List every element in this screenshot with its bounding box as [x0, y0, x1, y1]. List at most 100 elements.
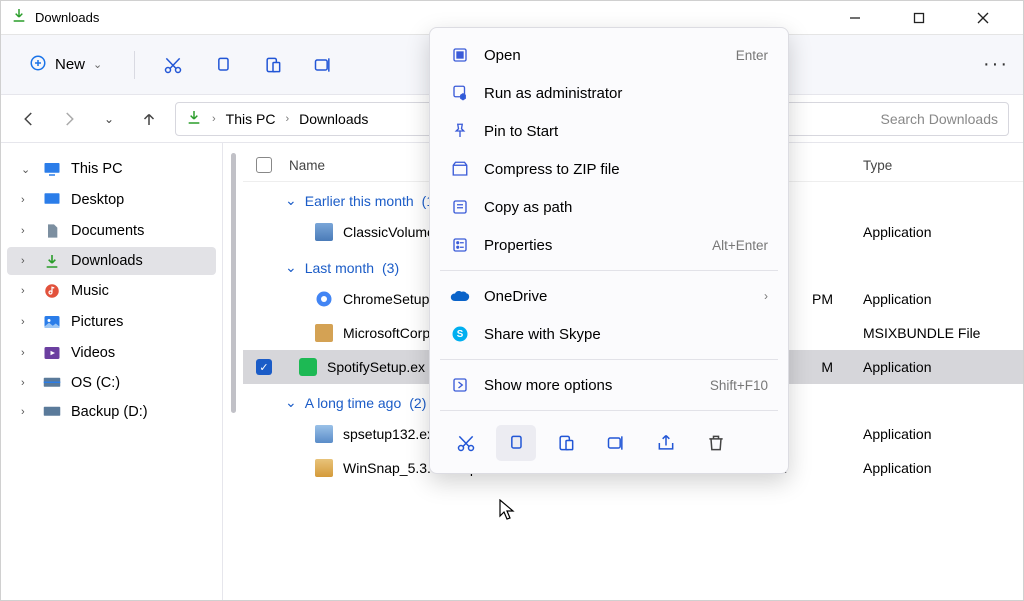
new-label: New — [55, 56, 85, 73]
sidebar-label: Music — [71, 283, 109, 299]
ctx-copy-button[interactable] — [496, 425, 536, 461]
documents-icon — [43, 222, 61, 240]
sidebar-item-os[interactable]: › OS (C:) — [7, 369, 216, 397]
new-button[interactable]: New ⌄ — [15, 48, 116, 82]
svg-text:S: S — [457, 329, 464, 340]
copy-button[interactable] — [203, 48, 243, 82]
ctx-properties[interactable]: Properties Alt+Enter — [436, 226, 782, 264]
col-type[interactable]: Type — [863, 158, 1023, 173]
pc-icon — [43, 160, 61, 178]
chevron-down-icon: ⌄ — [285, 192, 297, 209]
breadcrumb-root[interactable]: This PC — [226, 111, 276, 127]
sidebar-item-videos[interactable]: › Videos — [7, 338, 216, 368]
chevron-right-icon: › — [21, 406, 33, 418]
context-menu: Open Enter Run as administrator Pin to S… — [429, 27, 789, 474]
chevron-down-icon: ⌄ — [285, 394, 297, 411]
sidebar-item-thispc[interactable]: ⌄ This PC — [7, 154, 216, 184]
ctx-pin-to-start[interactable]: Pin to Start — [436, 112, 782, 150]
ctx-skype[interactable]: S Share with Skype — [436, 315, 782, 353]
chevron-right-icon: › — [21, 194, 33, 206]
sidebar-label: Videos — [71, 345, 115, 361]
sidebar: ⌄ This PC › Desktop › Documents › Downlo… — [1, 143, 223, 600]
chevron-down-icon: ⌄ — [285, 259, 297, 276]
minimize-button[interactable] — [833, 3, 877, 33]
sidebar-item-backup[interactable]: › Backup (D:) — [7, 398, 216, 426]
ctx-rename-button[interactable] — [596, 425, 636, 461]
ctx-copy-path[interactable]: Copy as path — [436, 188, 782, 226]
select-all-checkbox[interactable] — [256, 157, 272, 173]
checkbox-checked-icon[interactable]: ✓ — [256, 359, 272, 375]
sidebar-item-desktop[interactable]: › Desktop — [7, 185, 216, 215]
sidebar-label: OS (C:) — [71, 375, 120, 391]
drive-icon — [43, 376, 61, 390]
recent-button[interactable]: ⌄ — [95, 105, 123, 133]
cut-button[interactable] — [153, 48, 193, 82]
download-icon — [186, 109, 202, 128]
chevron-right-icon: › — [764, 289, 768, 303]
forward-button[interactable] — [55, 105, 83, 133]
shield-icon — [450, 83, 470, 103]
chevron-icon: › — [285, 113, 289, 125]
exe-icon — [315, 223, 333, 241]
ctx-open[interactable]: Open Enter — [436, 36, 782, 74]
ctx-cut-button[interactable] — [446, 425, 486, 461]
sidebar-label: Backup (D:) — [71, 404, 148, 420]
close-button[interactable] — [961, 3, 1005, 33]
path-icon — [450, 197, 470, 217]
up-button[interactable] — [135, 105, 163, 133]
ctx-toolbar — [436, 417, 782, 465]
chevron-right-icon: › — [21, 347, 33, 359]
videos-icon — [43, 344, 61, 362]
sidebar-item-music[interactable]: › Music — [7, 276, 216, 306]
chevron-right-icon: › — [21, 285, 33, 297]
search-input[interactable]: Search Downloads — [779, 102, 1009, 136]
chrome-icon — [315, 290, 333, 308]
exe-icon — [315, 425, 333, 443]
chevron-right-icon: › — [21, 255, 33, 267]
sidebar-item-documents[interactable]: › Documents — [7, 216, 216, 246]
pin-icon — [450, 121, 470, 141]
scrollbar[interactable] — [223, 143, 243, 600]
skype-icon: S — [450, 324, 470, 344]
plus-icon — [29, 54, 47, 76]
ctx-delete-button[interactable] — [696, 425, 736, 461]
ctx-compress[interactable]: Compress to ZIP file — [436, 150, 782, 188]
sidebar-item-downloads[interactable]: › Downloads — [7, 247, 216, 275]
sidebar-label: Pictures — [71, 314, 123, 330]
desktop-icon — [43, 191, 61, 209]
window-controls — [833, 3, 1013, 33]
sidebar-label: Desktop — [71, 192, 124, 208]
ctx-share-button[interactable] — [646, 425, 686, 461]
more-icon — [450, 375, 470, 395]
sidebar-label: Documents — [71, 223, 144, 239]
download-icon — [43, 253, 61, 269]
back-button[interactable] — [15, 105, 43, 133]
rename-button[interactable] — [303, 48, 343, 82]
maximize-button[interactable] — [897, 3, 941, 33]
onedrive-icon — [450, 286, 470, 306]
zip-icon — [450, 159, 470, 179]
ctx-onedrive[interactable]: OneDrive › — [436, 277, 782, 315]
chevron-right-icon: › — [21, 377, 33, 389]
separator — [134, 51, 135, 79]
sidebar-item-pictures[interactable]: › Pictures — [7, 307, 216, 337]
chevron-down-icon: ⌄ — [21, 163, 33, 176]
separator — [440, 270, 778, 271]
pictures-icon — [43, 313, 61, 331]
chevron-right-icon: › — [21, 225, 33, 237]
box-icon — [315, 324, 333, 342]
ctx-paste-button[interactable] — [546, 425, 586, 461]
download-app-icon — [11, 7, 27, 28]
chevron-down-icon: ⌄ — [93, 58, 102, 71]
breadcrumb-folder[interactable]: Downloads — [299, 111, 368, 127]
exe-icon — [315, 459, 333, 477]
ctx-run-as-admin[interactable]: Run as administrator — [436, 74, 782, 112]
props-icon — [450, 235, 470, 255]
ctx-show-more[interactable]: Show more options Shift+F10 — [436, 366, 782, 404]
window-title: Downloads — [35, 10, 833, 25]
open-icon — [450, 45, 470, 65]
paste-button[interactable] — [253, 48, 293, 82]
chevron-icon: › — [212, 113, 216, 125]
more-button[interactable]: ··· — [983, 53, 1009, 76]
drive-icon — [43, 405, 61, 419]
